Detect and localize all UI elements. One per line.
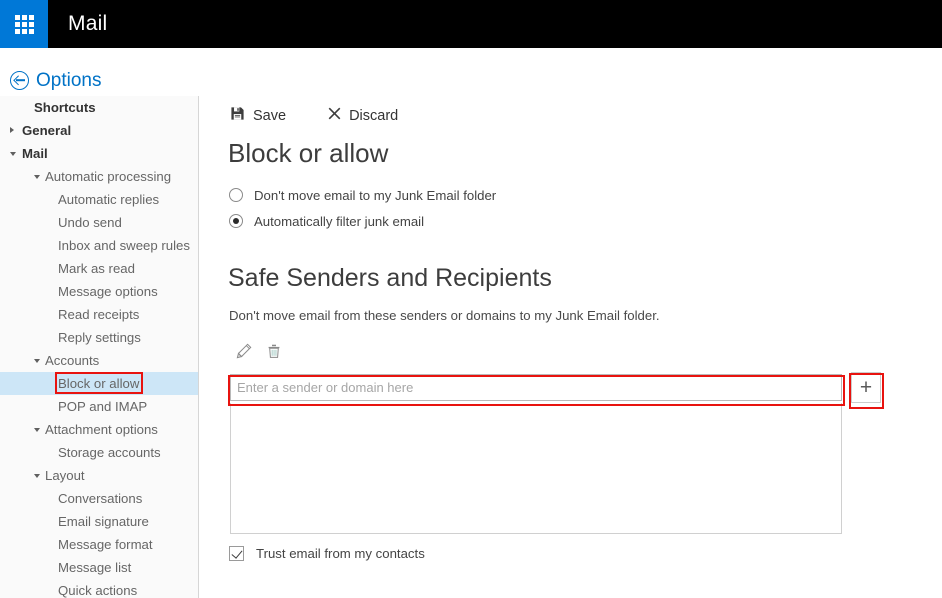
sidebar-item-label: General [22,123,71,138]
sidebar-item-label: Email signature [58,514,149,529]
sidebar-item-label: Quick actions [58,583,137,598]
sidebar-item-mail[interactable]: Mail [0,142,198,165]
sidebar-item-reply-settings[interactable]: Reply settings [0,326,198,349]
options-back-link[interactable]: Options [10,66,101,94]
radio-option-auto-filter-label: Automatically filter junk email [254,214,424,229]
chevron-down-icon[interactable] [34,428,40,432]
sidebar-item-label: Attachment options [45,422,158,437]
content-toolbar: Save Discard [230,106,440,125]
sender-input[interactable] [230,374,842,401]
safe-senders-heading: Safe Senders and Recipients [228,264,552,293]
radio-option-dont-move-label: Don't move email to my Junk Email folder [254,188,496,203]
sidebar-item-label: POP and IMAP [58,399,147,414]
discard-label: Discard [349,108,398,124]
sidebar-item-label: Message format [58,537,153,552]
save-label: Save [253,108,286,124]
sidebar-item-label: Message list [58,560,131,575]
edit-sender-button[interactable] [229,340,259,366]
chevron-down-icon[interactable] [34,175,40,179]
sidebar-item-layout[interactable]: Layout [0,464,198,487]
radio-circle-icon [229,188,243,202]
sidebar-item-label: Automatic replies [58,192,159,207]
sidebar-item-pop-and-imap[interactable]: POP and IMAP [0,395,198,418]
sidebar-item-label: Block or allow [58,376,139,391]
sidebar-item-general[interactable]: General [0,119,198,142]
radio-circle-selected-icon [229,214,243,228]
sidebar-item-label: Undo send [58,215,122,230]
junk-options-radio-group: Don't move email to my Junk Email folder… [229,184,496,236]
checkbox-checked-icon [229,546,244,561]
waffle-grid-icon [15,15,34,34]
sidebar-item-label: Mark as read [58,261,135,276]
chevron-right-icon[interactable] [10,127,14,133]
sidebar-item-label: Accounts [45,353,99,368]
add-sender-button[interactable]: + [851,372,881,403]
sidebar-item-label: Mail [22,146,48,161]
sidebar-item-shortcuts[interactable]: Shortcuts [0,96,198,119]
radio-option-dont-move[interactable]: Don't move email to my Junk Email folder [229,184,496,206]
chevron-down-icon[interactable] [34,359,40,363]
sidebar-item-label: Conversations [58,491,142,506]
safe-senders-list[interactable] [230,403,842,534]
sidebar-item-label: Reply settings [58,330,141,345]
trash-icon [266,343,282,364]
sidebar-item-message-format[interactable]: Message format [0,533,198,556]
top-header-bar: Mail [0,0,942,48]
save-button[interactable]: Save [230,106,286,125]
delete-sender-button[interactable] [259,340,289,366]
sidebar-item-label: Inbox and sweep rules [58,238,190,253]
sidebar-item-storage-accounts[interactable]: Storage accounts [0,441,198,464]
sidebar-item-attachment-options[interactable]: Attachment options [0,418,198,441]
sidebar-item-automatic-processing[interactable]: Automatic processing [0,165,198,188]
safe-senders-icon-toolbar [229,340,289,366]
sidebar-item-label: Message options [58,284,158,299]
sidebar-item-read-receipts[interactable]: Read receipts [0,303,198,326]
trust-contacts-checkbox-row[interactable]: Trust email from my contacts [229,546,425,561]
sidebar-item-label: Read receipts [58,307,139,322]
options-sidebar: Shortcuts General Mail Automatic processing… [0,96,199,598]
trust-contacts-label: Trust email from my contacts [256,546,425,561]
sidebar-item-email-signature[interactable]: Email signature [0,510,198,533]
app-launcher-button[interactable] [0,0,48,48]
back-arrow-circle-icon [10,71,29,90]
sidebar-item-label: Storage accounts [58,445,161,460]
safe-senders-description: Don't move email from these senders or d… [229,308,660,323]
sidebar-item-message-options[interactable]: Message options [0,280,198,303]
chevron-down-icon[interactable] [34,474,40,478]
discard-button[interactable]: Discard [328,107,398,124]
page-title: Block or allow [228,138,388,169]
sidebar-item-conversations[interactable]: Conversations [0,487,198,510]
sidebar-item-message-list[interactable]: Message list [0,556,198,579]
sidebar-item-mark-as-read[interactable]: Mark as read [0,257,198,280]
sidebar-item-inbox-and-sweep-rules[interactable]: Inbox and sweep rules [0,234,198,257]
save-floppy-icon [230,106,245,125]
sidebar-item-label: Layout [45,468,85,483]
radio-option-auto-filter[interactable]: Automatically filter junk email [229,210,496,232]
sidebar-item-accounts[interactable]: Accounts [0,349,198,372]
sidebar-item-label: Automatic processing [45,169,171,184]
main-content-pane: Save Discard Block or allow Don't move e… [199,96,942,598]
pencil-icon [236,343,252,364]
chevron-down-icon[interactable] [10,152,16,156]
options-label: Options [36,71,101,90]
close-x-icon [328,107,341,124]
sidebar-item-quick-actions[interactable]: Quick actions [0,579,198,598]
app-title: Mail [68,12,107,36]
sidebar-item-label: Shortcuts [34,100,96,115]
sidebar-item-automatic-replies[interactable]: Automatic replies [0,188,198,211]
sidebar-item-undo-send[interactable]: Undo send [0,211,198,234]
sidebar-item-block-or-allow[interactable]: Block or allow [0,372,198,395]
